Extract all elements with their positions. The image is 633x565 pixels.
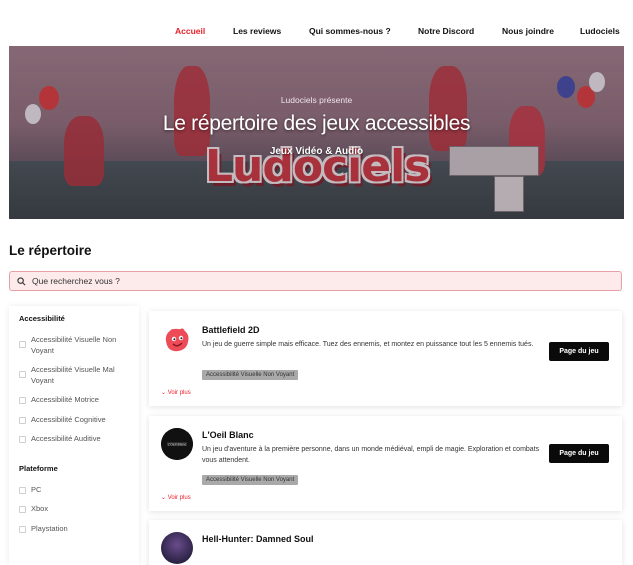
filter-motor[interactable]: Accessibilité Motrice [19,395,129,406]
filter-label: Xbox [31,504,49,513]
filter-label: Accessibilité Visuelle Mal Voyant [31,365,115,385]
filter-playstation[interactable]: Playstation [19,524,129,535]
see-more-link[interactable]: ⌄ Voir plus [161,494,191,501]
checkbox[interactable] [19,371,26,378]
filter-label: Playstation [31,523,68,533]
filter-cognitive[interactable]: Accessibilité Cognitive [19,415,129,426]
game-logo: L'Oeil Blanc [161,428,193,460]
see-more-link[interactable]: ⌄ Voir plus [161,389,191,396]
nav-contact[interactable]: Nous joindre [502,26,554,36]
filter-pc[interactable]: PC [19,485,129,496]
game-title[interactable]: Battlefield 2D [202,325,260,335]
filter-visual-blind[interactable]: Accessibilité Visuelle Non Voyant [19,335,129,356]
checkbox[interactable] [19,506,26,513]
game-page-button[interactable]: Page du jeu [549,342,609,361]
nav-discord[interactable]: Notre Discord [418,26,474,36]
game-description: Un jeu de guerre simple mais efficace. T… [202,341,534,348]
hero-title: Le répertoire des jeux accessibles [162,112,471,135]
checkbox[interactable] [19,436,26,443]
nav-ludociels[interactable]: Ludociels [580,26,620,36]
filter-auditory[interactable]: Accessibilité Auditive [19,434,129,445]
filter-title-platform: Plateforme [19,463,58,473]
game-logo [161,532,193,564]
eye-logo-icon: L'Oeil Blanc [161,428,193,460]
search-input[interactable] [32,276,592,286]
accessibility-tag: Accessibilité Visuelle Non Voyant [202,475,299,485]
filter-sidebar: Accessibilité Accessibilité Visuelle Non… [9,306,139,565]
game-page-button[interactable]: Page du jeu [549,444,609,463]
hero-kicker: Ludociels présente [280,95,353,105]
checkbox[interactable] [19,486,26,494]
blob-icon [165,328,189,352]
game-card-oeil-blanc: L'Oeil Blanc L'Oeil Blanc Un jeu d'avent… [149,416,622,511]
game-title[interactable]: L'Oeil Blanc [202,430,254,440]
nav-reviews[interactable]: Les reviews [233,26,281,36]
checkbox[interactable] [19,416,26,424]
game-logo [161,323,193,355]
main-nav: Accueil Les reviews Qui sommes-nous ? No… [0,0,633,46]
checkbox[interactable] [19,525,26,533]
search-icon [17,276,26,285]
game-card-hell-hunter: Hell-Hunter: Damned Soul [149,520,622,565]
filter-label: Accessibilité Motrice [31,395,99,404]
directory-title: Le répertoire [9,243,92,258]
filter-visual-low-vision[interactable]: Accessibilité Visuelle Mal Voyant [19,365,129,386]
hero-subtitle: Jeux Vidéo & Audio [269,146,364,157]
filter-gap [19,454,129,464]
search-bar [9,271,622,291]
filter-xbox[interactable]: Xbox [19,504,129,515]
filter-label: Accessibilité Visuelle Non Voyant [31,335,117,355]
logo-text: L'Oeil Blanc [168,443,187,447]
nav-about[interactable]: Qui sommes-nous ? [309,26,391,36]
accessibility-tag: Accessibilité Visuelle Non Voyant [202,370,299,380]
checkbox[interactable] [19,341,26,348]
game-description: Un jeu d'aventure à la première personne… [202,446,540,464]
filter-label: Accessibilité Auditive [31,434,101,443]
game-title[interactable]: Hell-Hunter: Damned Soul [202,534,314,544]
game-card-battlefield: Battlefield 2D Un jeu de guerre simple m… [149,311,622,406]
hero-banner: Ludociels Ludociels présente Le répertoi… [9,46,624,219]
filter-label: Accessibilité Cognitive [31,414,106,424]
nav-accueil[interactable]: Accueil [175,26,205,36]
filter-label: PC [31,484,42,494]
checkbox[interactable] [19,397,26,404]
filter-title-accessibility: Accessibilité [19,314,65,323]
